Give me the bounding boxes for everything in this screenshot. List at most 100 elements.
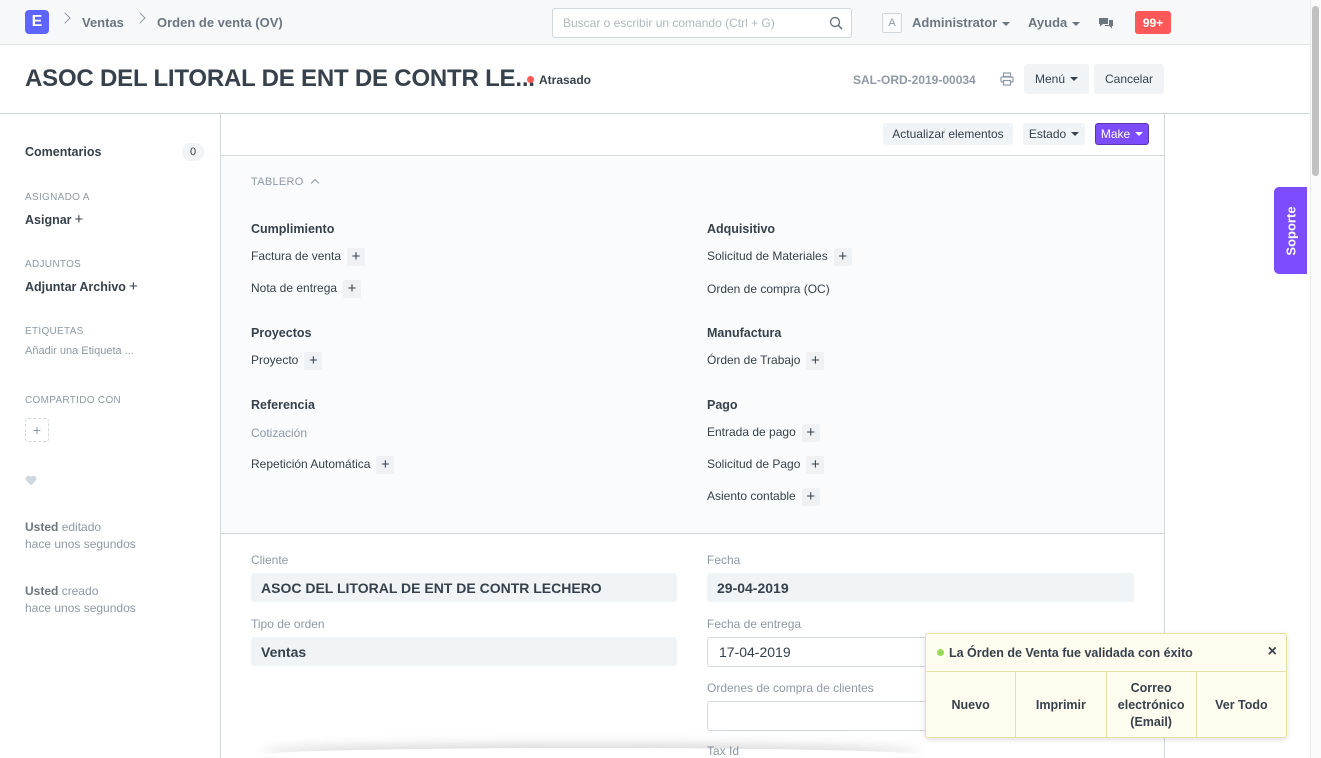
link-label: Solicitud de Materiales [707,249,828,264]
assigned-heading: ASIGNADO A [25,192,90,203]
toast-new-button[interactable]: Nuevo [926,672,1017,738]
order-type-field[interactable]: Ventas [251,637,677,666]
link-payment-entry[interactable]: Entrada de pago + [707,424,820,442]
attach-label: Adjuntar Archivo [25,280,126,294]
link-label: Factura de venta [251,249,342,264]
link-label: Nota de entrega [251,281,338,296]
link-label: Asiento contable [707,489,796,504]
link-payment-request[interactable]: Solicitud de Pago + [707,456,825,474]
close-icon[interactable]: × [1268,643,1277,661]
printer-icon[interactable] [1000,72,1014,86]
status-dropdown-button[interactable]: Estado [1023,123,1085,145]
customer-label: Cliente [251,553,289,567]
group-title: Adquisitivo [707,222,776,236]
update-items-button[interactable]: Actualizar elementos [883,123,1013,145]
link-project[interactable]: Proyecto + [251,352,323,370]
plus-icon: + [32,422,42,438]
link-auto-repeat[interactable]: Repetición Automática + [251,456,395,474]
customer-field[interactable]: ASOC DEL LITORAL DE ENT DE CONTR LECHERO [251,573,677,602]
help-menu[interactable]: Ayuda [1028,15,1081,30]
order-type-label: Tipo de orden [251,617,325,631]
link-label: Repetición Automática [251,457,371,472]
plus-icon[interactable]: + [833,248,852,266]
caret-down-icon [1070,77,1079,81]
timeline-time: hace unos segundos [25,537,136,551]
group-title: Referencia [251,398,315,412]
toast-message: La Órden de Venta fue validada con éxito [937,646,1193,660]
toast-actions: Nuevo Imprimir Correo electrónico (Email… [926,671,1286,738]
caret-down-icon [1071,132,1080,136]
delivery-date-label: Fecha de entrega [707,617,802,631]
help-label: Ayuda [1028,15,1068,30]
plus-icon[interactable]: + [304,352,323,370]
page-title: ASOC DEL LITORAL DE ENT DE CONTR LE... [25,65,535,92]
add-tag-link[interactable]: Añadir una Etiqueta ... [25,345,134,357]
plus-icon[interactable]: + [376,456,395,474]
link-sales-invoice[interactable]: Factura de venta + [251,248,366,266]
tags-heading: ETIQUETAS [25,326,84,337]
toast-view-all-button[interactable]: Ver Todo [1197,672,1286,738]
chevron-up-icon [310,178,319,188]
status-text: Atrasado [539,73,592,87]
add-share-button[interactable]: + [25,418,49,442]
heart-icon[interactable] [25,475,37,486]
comments-link[interactable]: Comentarios [25,145,101,159]
status-indicator: Atrasado [527,73,591,87]
toast-text: La Órden de Venta fue validada con éxito [949,646,1193,660]
link-quotation[interactable]: Cotización [251,426,307,440]
menu-button[interactable]: Menú [1024,64,1089,94]
dashboard-section: TABLERO Cumplimiento Factura de venta + N… [221,157,1164,534]
breadcrumb-ventas[interactable]: Ventas [82,15,124,30]
toast-print-button[interactable]: Imprimir [1016,672,1107,738]
support-tab[interactable]: Soporte [1274,187,1307,274]
user-menu[interactable]: Administrator [912,15,1011,30]
link-purchase-order[interactable]: Orden de compra (OC) [707,282,830,296]
make-label: Make [1100,127,1131,141]
link-label: Cotización [251,426,308,440]
plus-icon[interactable]: + [806,352,825,370]
green-dot-icon [937,649,944,656]
avatar[interactable]: A [882,13,902,33]
link-label: Proyecto [251,353,299,368]
plus-icon[interactable]: + [801,488,820,506]
cancel-button[interactable]: Cancelar [1094,64,1164,94]
assign-button[interactable]: Asignar + [25,211,83,228]
timeline-user[interactable]: Usted [25,584,58,598]
link-material-request[interactable]: Solicitud de Materiales + [707,248,852,266]
status-dropdown-label: Estado [1028,127,1067,141]
floating-bar-shadow [260,748,920,758]
dashboard-toggle[interactable]: TABLERO [251,176,319,188]
menu-label: Menú [1034,72,1066,86]
plus-icon[interactable]: + [801,424,820,442]
date-label: Fecha [707,553,741,567]
make-button[interactable]: Make [1095,123,1149,145]
shared-heading: COMPARTIDO CON [25,395,122,406]
plus-icon: + [128,278,138,295]
success-toast: La Órden de Venta fue validada con éxito… [925,633,1287,738]
notifications-badge[interactable]: 99+ [1135,11,1171,34]
timeline-item: Usted editado hace unos segundos [25,519,136,553]
assign-label: Asignar [25,213,72,227]
scrollbar-thumb[interactable] [1312,6,1319,176]
attachments-heading: ADJUNTOS [25,259,82,270]
group-title: Proyectos [251,326,312,340]
timeline-user[interactable]: Usted [25,520,58,534]
link-journal-entry[interactable]: Asiento contable + [707,488,820,506]
search-input[interactable] [563,9,823,37]
comments-count-badge: 0 [182,143,204,161]
app-logo[interactable]: E [25,10,49,34]
breadcrumb-sales-order[interactable]: Orden de venta (OV) [157,15,283,30]
chat-icon[interactable] [1098,16,1114,30]
attach-file-button[interactable]: Adjuntar Archivo + [25,278,138,295]
group-title: Manufactura [707,326,782,340]
date-field[interactable]: 29-04-2019 [707,573,1134,602]
toast-email-button[interactable]: Correo electrónico (Email) [1107,672,1197,738]
link-delivery-note[interactable]: Nota de entrega + [251,280,362,298]
link-work-order[interactable]: Órden de Trabajo + [707,352,825,370]
plus-icon[interactable]: + [347,248,366,266]
plus-icon[interactable]: + [806,456,825,474]
link-label: Solicitud de Pago [707,457,801,472]
plus-icon[interactable]: + [343,280,362,298]
chevron-right-icon [59,12,71,24]
search-icon[interactable] [829,16,843,30]
